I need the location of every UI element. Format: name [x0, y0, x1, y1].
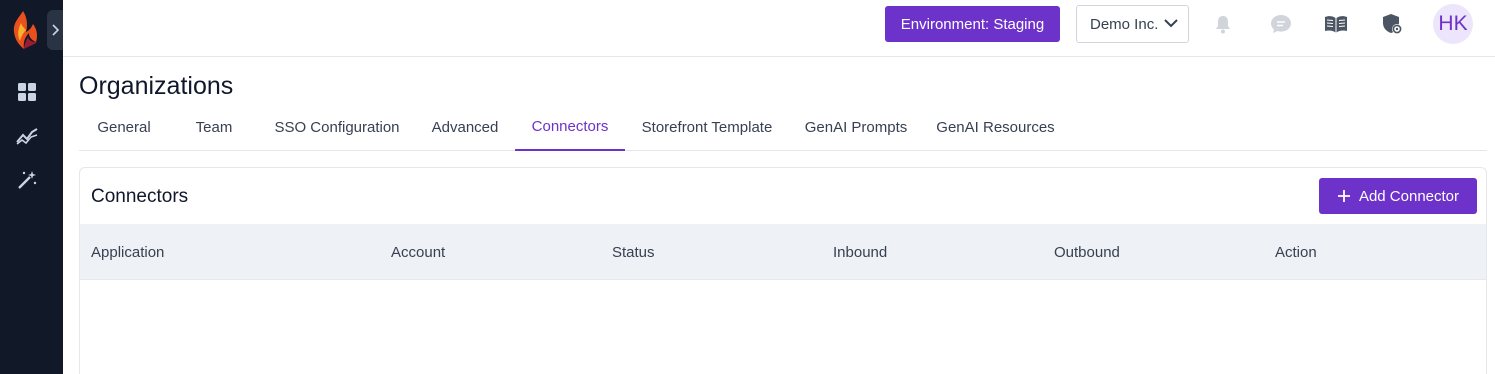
shield-settings-icon[interactable]: [1380, 12, 1404, 36]
brand-logo-icon[interactable]: [9, 9, 39, 51]
tab-storefront-template[interactable]: Storefront Template: [625, 104, 789, 150]
sidebar-expand-button[interactable]: [47, 10, 63, 50]
column-header-application: Application: [91, 243, 165, 261]
bell-icon[interactable]: [1211, 12, 1235, 36]
magic-wand-icon[interactable]: [15, 168, 39, 192]
table-header: Application Account Status Inbound Outbo…: [80, 224, 1486, 280]
chat-icon[interactable]: [1269, 12, 1293, 36]
tab-team[interactable]: Team: [169, 104, 259, 150]
organization-select[interactable]: Demo Inc.: [1076, 5, 1189, 43]
tab-connectors[interactable]: Connectors: [515, 104, 625, 151]
column-header-account: Account: [391, 243, 446, 261]
organization-select-value: Demo Inc.: [1090, 15, 1159, 33]
top-bar: Environment: Staging Demo Inc. HK: [63, 0, 1495, 57]
add-connector-button[interactable]: Add Connector: [1319, 178, 1477, 214]
plus-icon: [1337, 190, 1350, 202]
chevron-down-icon: [1164, 19, 1178, 28]
tab-advanced[interactable]: Advanced: [415, 104, 515, 150]
add-connector-label: Add Connector: [1358, 187, 1460, 205]
dashboard-icon[interactable]: [15, 80, 39, 104]
column-header-action: Action: [1275, 243, 1317, 261]
page-title: Organizations: [79, 72, 234, 100]
column-header-inbound: Inbound: [833, 243, 888, 261]
chevron-right-icon: [52, 24, 60, 36]
avatar[interactable]: HK: [1433, 4, 1473, 44]
sidebar: [0, 0, 63, 374]
tab-sso-configuration[interactable]: SSO Configuration: [259, 104, 415, 150]
connectors-title: Connectors: [91, 186, 189, 207]
analytics-icon[interactable]: [15, 124, 39, 148]
column-header-status: Status: [612, 243, 655, 261]
connectors-card: Connectors Add Connector Application Acc…: [79, 167, 1487, 374]
environment-button[interactable]: Environment: Staging: [885, 6, 1060, 42]
tab-genai-prompts[interactable]: GenAI Prompts: [789, 104, 923, 150]
tab-genai-resources[interactable]: GenAI Resources: [923, 104, 1068, 150]
tab-general[interactable]: General: [79, 104, 169, 150]
book-icon[interactable]: [1324, 12, 1348, 36]
tab-bar: General Team SSO Configuration Advanced …: [79, 104, 1487, 151]
column-header-outbound: Outbound: [1054, 243, 1120, 261]
